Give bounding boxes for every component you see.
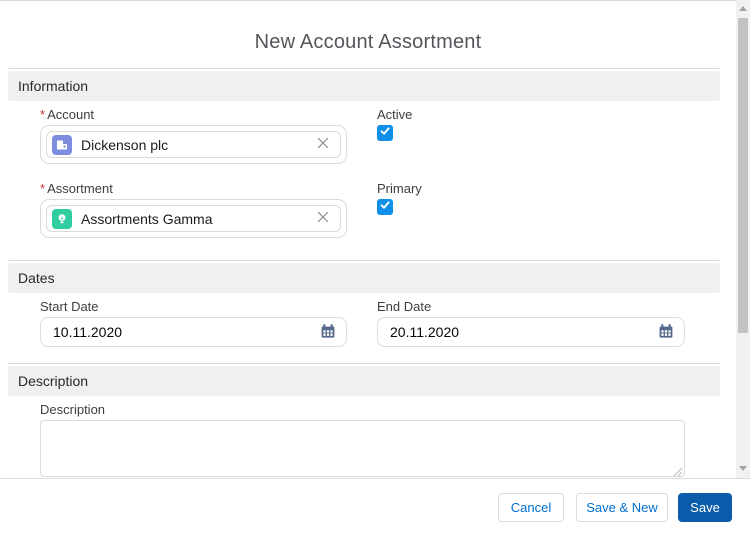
section-information-label: Information [18,78,89,94]
assortment-pill[interactable]: Assortments Gamma [46,205,341,232]
end-date-field [377,317,685,347]
start-date-field [40,317,347,347]
account-pill-label: Dickenson plc [81,136,169,153]
section-divider [8,260,720,261]
assortment-label: * Assortment [40,181,113,196]
modal-top-border [0,0,750,1]
assortment-lookup-field[interactable]: Assortments Gamma [40,199,347,238]
close-icon [316,136,330,153]
active-label: Active [377,107,413,122]
assortment-pill-label: Assortments Gamma [81,210,213,227]
primary-checkbox[interactable] [377,199,393,215]
account-remove-button[interactable] [314,136,332,154]
assortment-remove-button[interactable] [314,210,332,228]
check-icon [379,198,391,216]
end-date-input[interactable] [378,318,684,346]
start-date-label: Start Date [40,299,99,314]
modal-footer: Cancel Save & New Save [0,478,750,534]
end-date-calendar-button[interactable] [657,323,675,341]
close-icon [316,210,330,227]
arrow-down-icon [739,466,747,471]
modal-title: New Account Assortment [254,31,482,53]
account-lookup-field[interactable]: Dickenson plc [40,125,347,164]
section-dates-header: Dates [8,263,720,293]
scroll-up-button[interactable] [736,0,750,16]
new-account-assortment-modal: New Account Assortment Information * Acco… [0,0,750,534]
account-pill[interactable]: Dickenson plc [46,131,341,158]
account-label: * Account [40,107,95,122]
save-and-new-button[interactable]: Save & New [576,493,668,522]
section-divider [8,363,720,364]
required-asterisk: * [40,181,46,196]
start-date-input[interactable] [41,318,346,346]
account-record-icon [52,134,72,155]
scroll-down-button[interactable] [736,460,750,478]
assortment-record-icon [52,208,72,229]
section-information-header: Information [8,71,720,101]
arrow-up-icon [739,6,747,11]
section-dates-label: Dates [18,270,55,286]
calendar-icon [658,323,674,342]
scrollbar-thumb[interactable] [738,18,748,333]
textarea-resize-handle[interactable] [672,464,683,477]
required-asterisk: * [40,107,46,122]
check-icon [379,124,391,142]
vertical-scrollbar[interactable] [736,0,750,478]
section-description-header: Description [8,366,720,396]
description-textarea[interactable] [40,420,685,477]
cancel-button[interactable]: Cancel [498,493,564,522]
primary-label: Primary [377,181,422,196]
description-label: Description [40,402,106,417]
section-divider [8,68,720,69]
active-checkbox[interactable] [377,125,393,141]
save-button[interactable]: Save [678,493,732,522]
calendar-icon [320,323,336,342]
section-description-label: Description [18,373,89,389]
start-date-calendar-button[interactable] [319,323,337,341]
end-date-label: End Date [377,299,432,314]
